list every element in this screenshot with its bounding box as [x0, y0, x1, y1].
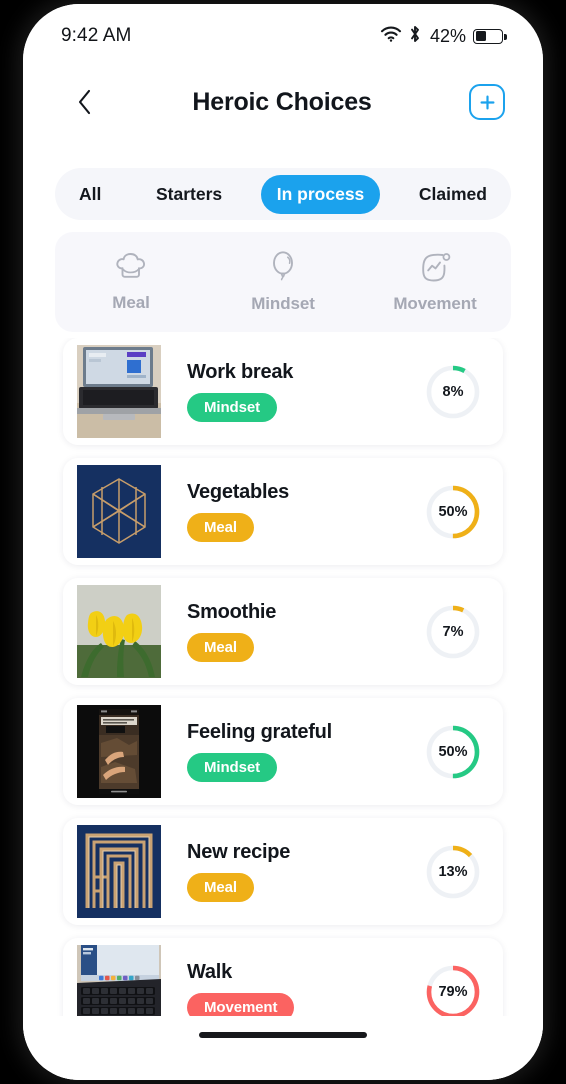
choice-thumbnail [77, 705, 161, 798]
tab-in-process[interactable]: In process [260, 174, 381, 214]
category-filter-meal[interactable]: Meal [55, 251, 207, 313]
choice-details: Walk Movement [161, 961, 425, 1022]
category-filter-movement-label: Movement [393, 293, 477, 313]
tab-all[interactable]: All [63, 175, 117, 214]
choice-progress-label: 50% [438, 503, 468, 520]
status-indicators: 42% [380, 25, 507, 48]
status-bar: 9:42 AM 42% [23, 4, 543, 56]
category-filter-mindset[interactable]: Mindset [207, 250, 359, 314]
page-title: Heroic Choices [192, 87, 372, 116]
choice-details: Work break Mindset [161, 361, 425, 422]
choice-card[interactable]: Smoothie Meal 7% [63, 578, 503, 685]
tab-claimed[interactable]: Claimed [403, 175, 503, 214]
home-indicator[interactable] [199, 1032, 367, 1038]
choice-thumbnail [77, 585, 161, 678]
category-filter-mindset-label: Mindset [251, 294, 315, 313]
choice-category-badge: Mindset [187, 393, 277, 422]
choice-title: Work break [187, 361, 294, 383]
phone-frame: 9:42 AM 42% Heroic Choices All Starters … [23, 4, 543, 1080]
choice-details: Smoothie Meal [161, 601, 425, 662]
choice-progress-ring: 50% [425, 484, 481, 540]
chef-hat-icon [114, 251, 148, 286]
choices-list[interactable]: Work break Mindset 8% Vegetables Meal 50… [23, 338, 543, 1028]
activity-chart-icon [419, 251, 451, 287]
choice-thumbnail [77, 465, 161, 558]
battery-icon [473, 28, 507, 44]
bluetooth-icon [409, 25, 421, 48]
choice-progress-label: 50% [438, 743, 468, 760]
plus-icon [480, 95, 494, 109]
choice-progress-ring: 50% [425, 724, 481, 780]
category-filter-bar: Meal Mindset Movement [55, 232, 511, 332]
choice-thumbnail [77, 345, 161, 438]
app-screen: 9:42 AM 42% Heroic Choices All Starters … [23, 4, 543, 1080]
choice-card[interactable]: New recipe Meal 13% [63, 818, 503, 925]
choice-progress-label: 8% [442, 383, 464, 400]
choice-progress-ring: 7% [425, 604, 481, 660]
choice-category-badge: Meal [187, 873, 254, 902]
bottom-safe-area [23, 1016, 543, 1080]
choice-details: Vegetables Meal [161, 481, 425, 542]
choice-card[interactable]: Feeling grateful Mindset 50% [63, 698, 503, 805]
choice-title: Feeling grateful [187, 721, 332, 743]
choice-card[interactable]: Work break Mindset 8% [63, 338, 503, 445]
category-filter-movement[interactable]: Movement [359, 251, 511, 314]
choice-card[interactable]: Vegetables Meal 50% [63, 458, 503, 565]
choice-progress-label: 13% [438, 863, 468, 880]
category-filter-meal-label: Meal [112, 293, 150, 312]
choice-title: Smoothie [187, 601, 277, 623]
choice-category-badge: Meal [187, 633, 254, 662]
status-filter-tabs: All Starters In process Claimed [55, 168, 511, 220]
status-time: 9:42 AM [61, 25, 132, 46]
choice-progress-ring: 8% [425, 364, 481, 420]
balloon-icon [268, 250, 298, 287]
app-header: Heroic Choices [23, 62, 543, 142]
choice-progress-ring: 79% [425, 964, 481, 1020]
battery-percent-label: 42% [429, 25, 466, 46]
choice-category-badge: Mindset [187, 753, 277, 782]
chevron-left-icon [78, 89, 90, 115]
choice-title: Walk [187, 961, 232, 983]
tab-starters[interactable]: Starters [140, 175, 238, 214]
choice-progress-label: 7% [442, 623, 464, 640]
choice-details: Feeling grateful Mindset [161, 721, 425, 782]
add-choice-button[interactable] [469, 84, 505, 120]
choice-category-badge: Meal [187, 513, 254, 542]
choice-card[interactable]: Walk Movement 79% [63, 938, 503, 1028]
choice-details: New recipe Meal [161, 841, 425, 902]
choice-thumbnail [77, 825, 161, 918]
choice-title: Vegetables [187, 481, 290, 503]
choice-progress-ring: 13% [425, 844, 481, 900]
wifi-icon [380, 26, 402, 47]
choice-title: New recipe [187, 841, 291, 863]
choice-progress-label: 79% [438, 983, 468, 1000]
